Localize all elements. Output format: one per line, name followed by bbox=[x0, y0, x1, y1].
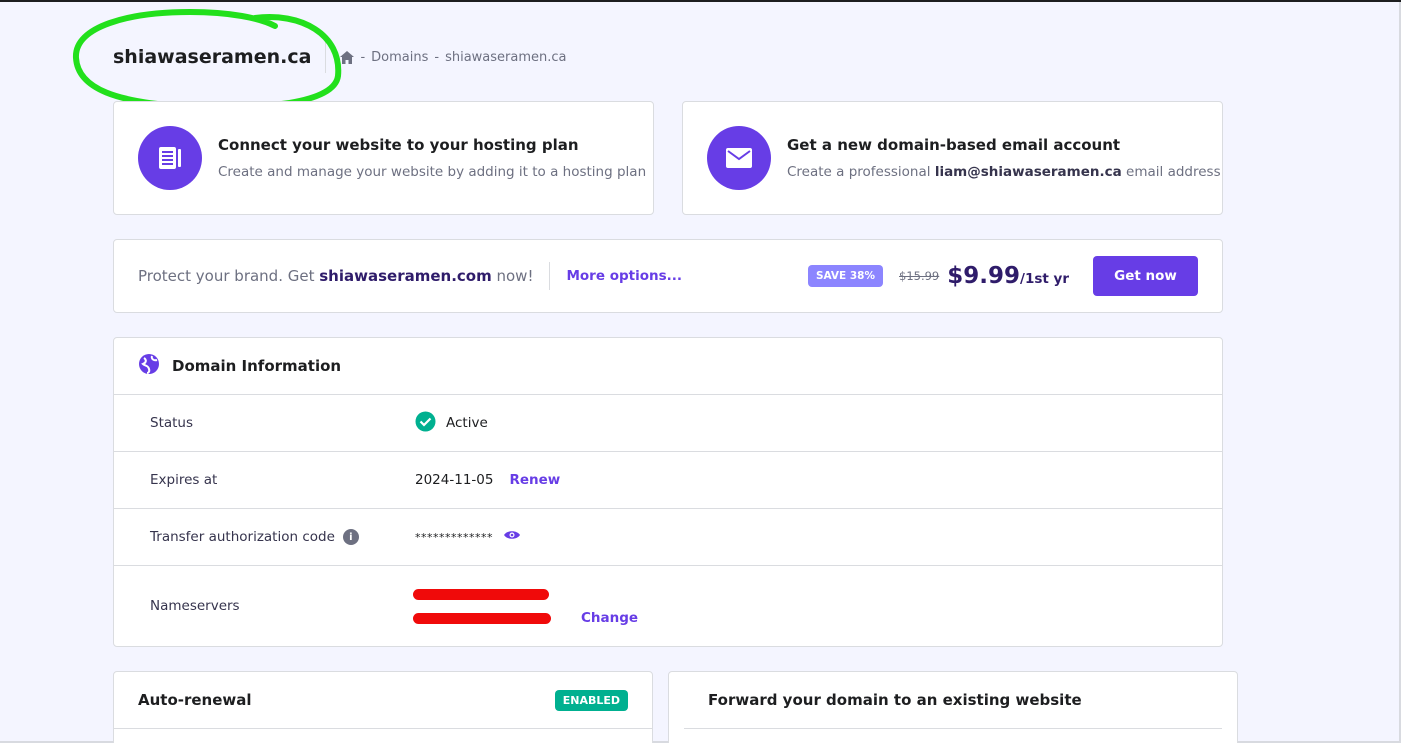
auth-code-value: ************* bbox=[415, 529, 521, 545]
forward-domain-header: Forward your domain to an existing websi… bbox=[684, 672, 1222, 729]
more-options-link[interactable]: More options... bbox=[566, 268, 682, 284]
price-period: /1st yr bbox=[1020, 271, 1069, 287]
upsell-divider bbox=[549, 262, 551, 290]
check-circle-icon bbox=[415, 411, 436, 436]
price: $9.99 bbox=[947, 263, 1021, 289]
nameservers-value: Change bbox=[413, 586, 638, 626]
expiry-date: 2024-11-05 bbox=[415, 472, 494, 488]
expires-row: Expires at 2024-11-05 Renew bbox=[114, 452, 1222, 509]
website-list-icon bbox=[138, 126, 202, 190]
domain-information-header: Domain Information bbox=[114, 338, 1222, 395]
breadcrumb-separator: - bbox=[434, 49, 440, 65]
auto-renewal-card: Auto-renewal ENABLED bbox=[113, 671, 653, 743]
home-icon[interactable] bbox=[340, 50, 355, 64]
auth-code-label-wrap: Transfer authorization code i bbox=[150, 529, 415, 545]
change-nameservers-link[interactable]: Change bbox=[581, 610, 638, 626]
expires-value: 2024-11-05 Renew bbox=[415, 472, 560, 488]
redaction-mark bbox=[413, 613, 551, 624]
connect-hosting-card[interactable]: Connect your website to your hosting pla… bbox=[113, 101, 654, 215]
promo-text: Create a professional liam@shiawaseramen… bbox=[787, 164, 1221, 180]
promo-text-after: email address bbox=[1121, 164, 1221, 180]
page-title: shiawaseramen.ca bbox=[113, 46, 312, 68]
promo-text-before: Create a professional bbox=[787, 164, 935, 180]
domain-upsell-bar: Protect your brand. Get shiawaseramen.co… bbox=[113, 239, 1223, 313]
status-text: Active bbox=[446, 415, 488, 431]
save-badge: SAVE 38% bbox=[807, 265, 883, 287]
header-divider bbox=[325, 41, 327, 73]
renew-link[interactable]: Renew bbox=[509, 472, 560, 488]
auth-code-row: Transfer authorization code i **********… bbox=[114, 509, 1222, 566]
nameserver-1 bbox=[413, 586, 555, 602]
breadcrumb: - Domains - shiawaseramen.ca bbox=[340, 49, 567, 65]
auto-renewal-header: Auto-renewal ENABLED bbox=[114, 672, 652, 729]
upsell-domain: shiawaseramen.com bbox=[319, 267, 492, 285]
promo-title: Get a new domain-based email account bbox=[787, 136, 1121, 154]
forward-domain-title: Forward your domain to an existing websi… bbox=[708, 691, 1082, 709]
status-label: Status bbox=[150, 415, 194, 431]
get-now-button[interactable]: Get now bbox=[1093, 256, 1198, 296]
nameserver-list bbox=[413, 586, 555, 626]
upsell-text-before: Protect your brand. Get bbox=[138, 267, 320, 285]
auth-code-masked: ************* bbox=[415, 530, 493, 544]
breadcrumb-separator: - bbox=[360, 49, 366, 65]
status-value: Active bbox=[415, 411, 488, 436]
breadcrumb-domains[interactable]: Domains bbox=[371, 50, 428, 65]
nameservers-row: Nameservers Change bbox=[114, 566, 1222, 646]
nameserver-2 bbox=[413, 610, 555, 626]
promo-email-address: liam@shiawaseramen.ca bbox=[934, 164, 1122, 180]
domain-information-card: Domain Information Status Active Expires… bbox=[113, 337, 1223, 647]
globe-icon bbox=[138, 353, 160, 379]
auth-code-label: Transfer authorization code bbox=[150, 529, 335, 545]
domain-information-title: Domain Information bbox=[172, 357, 342, 375]
eye-icon[interactable] bbox=[503, 529, 521, 545]
status-row: Status Active bbox=[114, 395, 1222, 452]
nameservers-label: Nameservers bbox=[150, 598, 240, 614]
breadcrumb-current: shiawaseramen.ca bbox=[445, 49, 567, 65]
info-icon[interactable]: i bbox=[342, 529, 359, 545]
enabled-badge: ENABLED bbox=[554, 689, 628, 711]
upsell-text: Protect your brand. Get shiawaseramen.co… bbox=[138, 267, 533, 285]
promo-text: Create and manage your website by adding… bbox=[218, 164, 647, 180]
redaction-mark bbox=[413, 589, 549, 600]
email-account-card[interactable]: Get a new domain-based email account Cre… bbox=[682, 101, 1223, 215]
forward-domain-card: Forward your domain to an existing websi… bbox=[668, 671, 1238, 743]
old-price: $15.99 bbox=[899, 269, 940, 283]
promo-title: Connect your website to your hosting pla… bbox=[218, 136, 579, 154]
expires-label: Expires at bbox=[150, 472, 218, 488]
upsell-text-after: now! bbox=[491, 267, 534, 285]
page-header: shiawaseramen.ca - Domains - shiawaseram… bbox=[113, 40, 567, 74]
mail-icon bbox=[707, 126, 771, 190]
auto-renewal-title: Auto-renewal bbox=[138, 691, 252, 709]
